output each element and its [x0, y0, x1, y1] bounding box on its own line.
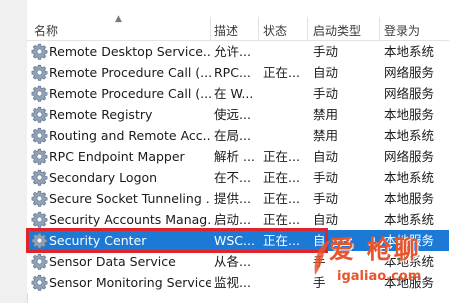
left-scroll-strip: [0, 0, 28, 303]
service-startup-type: 禁用: [313, 128, 339, 143]
service-name: Remote Registry: [49, 107, 153, 122]
service-log-on-as: 网络服务: [384, 86, 435, 101]
service-description: 启动...: [214, 212, 251, 227]
service-row[interactable]: Security Accounts Manag... 启动... 正在... 自…: [27, 209, 449, 230]
column-header-description[interactable]: 描述: [214, 22, 238, 39]
column-header-startup-type[interactable]: 启动类型: [313, 22, 361, 39]
service-log-on-as: 网络服务: [384, 65, 435, 80]
service-description: 在局...: [214, 128, 251, 143]
service-name: Sensor Data Service: [49, 254, 176, 269]
column-divider[interactable]: [307, 17, 308, 40]
service-startup-type: 手动: [313, 44, 339, 59]
service-row[interactable]: Remote Procedure Call (... RPC... 正在... …: [27, 62, 449, 83]
service-status: 正在...: [263, 191, 300, 206]
site-watermark: 爱 枪聊 igaliao.com: [303, 229, 449, 303]
column-header-name[interactable]: 名称: [34, 22, 58, 39]
watermark-text: 爱 枪聊: [329, 235, 421, 264]
gear-icon: [31, 211, 48, 228]
column-divider[interactable]: [210, 17, 211, 40]
column-divider[interactable]: [379, 17, 380, 40]
gear-icon: [31, 148, 48, 165]
service-startup-type: 自动: [313, 212, 339, 227]
sort-ascending-icon: ▲: [115, 14, 122, 24]
service-description: 提供...: [214, 191, 251, 206]
service-row[interactable]: Secondary Logon 在不... 正在... 手动 本地系统: [27, 167, 449, 188]
service-log-on-as: 本地系统: [384, 170, 435, 185]
service-description: RPC...: [214, 65, 251, 80]
service-row[interactable]: Remote Procedure Call (... 在 W... 手动 网络服…: [27, 83, 449, 104]
service-row[interactable]: Remote Desktop Service... 允许... 手动 本地系统: [27, 41, 449, 62]
service-log-on-as: 本地服务: [384, 107, 435, 122]
gear-icon: [31, 169, 48, 186]
service-name: RPC Endpoint Mapper: [49, 149, 185, 164]
gear-icon: [31, 190, 48, 207]
watermark-url: igaliao.com: [337, 269, 422, 284]
selection-highlight-box: [26, 228, 328, 253]
service-log-on-as: 本地系统: [384, 212, 435, 227]
service-description: 解析 ...: [214, 149, 255, 164]
service-name: Secure Socket Tunneling ...: [49, 191, 211, 206]
column-header-status[interactable]: 状态: [263, 22, 287, 39]
gear-icon: [31, 253, 48, 270]
service-row[interactable]: Remote Registry 使远... 禁用 本地服务: [27, 104, 449, 125]
gear-icon: [31, 274, 48, 291]
service-description: 监视...: [214, 275, 251, 290]
service-log-on-as: 本地系统: [384, 128, 435, 143]
service-startup-type: 禁用: [313, 107, 339, 122]
service-startup-type: 自动: [313, 65, 339, 80]
table-header: ▲ 名称 描述 状态 启动类型 登录为: [27, 0, 449, 41]
service-description: 允许...: [214, 44, 251, 59]
service-row[interactable]: Secure Socket Tunneling ... 提供... 正在... …: [27, 188, 449, 209]
service-description: 从各...: [214, 254, 251, 269]
service-startup-type: 手动: [313, 191, 339, 206]
service-status: 正在...: [263, 170, 300, 185]
service-row[interactable]: Routing and Remote Acc... 在局... 禁用 本地系统: [27, 125, 449, 146]
service-log-on-as: 本地服务: [384, 191, 435, 206]
service-name: Remote Desktop Service...: [49, 44, 211, 59]
service-name: Sensor Monitoring Service: [49, 275, 211, 290]
gear-icon: [31, 43, 48, 60]
column-header-log-on-as[interactable]: 登录为: [384, 22, 420, 39]
service-startup-type: 自动: [313, 149, 339, 164]
gear-icon: [31, 85, 48, 102]
service-description: 使远...: [214, 107, 251, 122]
service-log-on-as: 网络服务: [384, 149, 435, 164]
service-log-on-as: 本地系统: [384, 44, 435, 59]
column-divider[interactable]: [258, 17, 259, 40]
service-name: Remote Procedure Call (...: [49, 65, 211, 80]
gear-icon: [31, 64, 48, 81]
service-status: 正在...: [263, 65, 300, 80]
service-name: Routing and Remote Acc...: [49, 128, 211, 143]
service-status: 正在...: [263, 212, 300, 227]
service-status: 正在...: [263, 149, 300, 164]
service-startup-type: 手动: [313, 170, 339, 185]
gear-icon: [31, 127, 48, 144]
service-name: Security Accounts Manag...: [49, 212, 211, 227]
gear-icon: [31, 106, 48, 123]
service-name: Remote Procedure Call (...: [49, 86, 211, 101]
service-description: 在不...: [214, 170, 251, 185]
service-name: Secondary Logon: [49, 170, 158, 185]
service-description: 在 W...: [214, 86, 254, 101]
service-startup-type: 手动: [313, 86, 339, 101]
service-row[interactable]: RPC Endpoint Mapper 解析 ... 正在... 自动 网络服务: [27, 146, 449, 167]
